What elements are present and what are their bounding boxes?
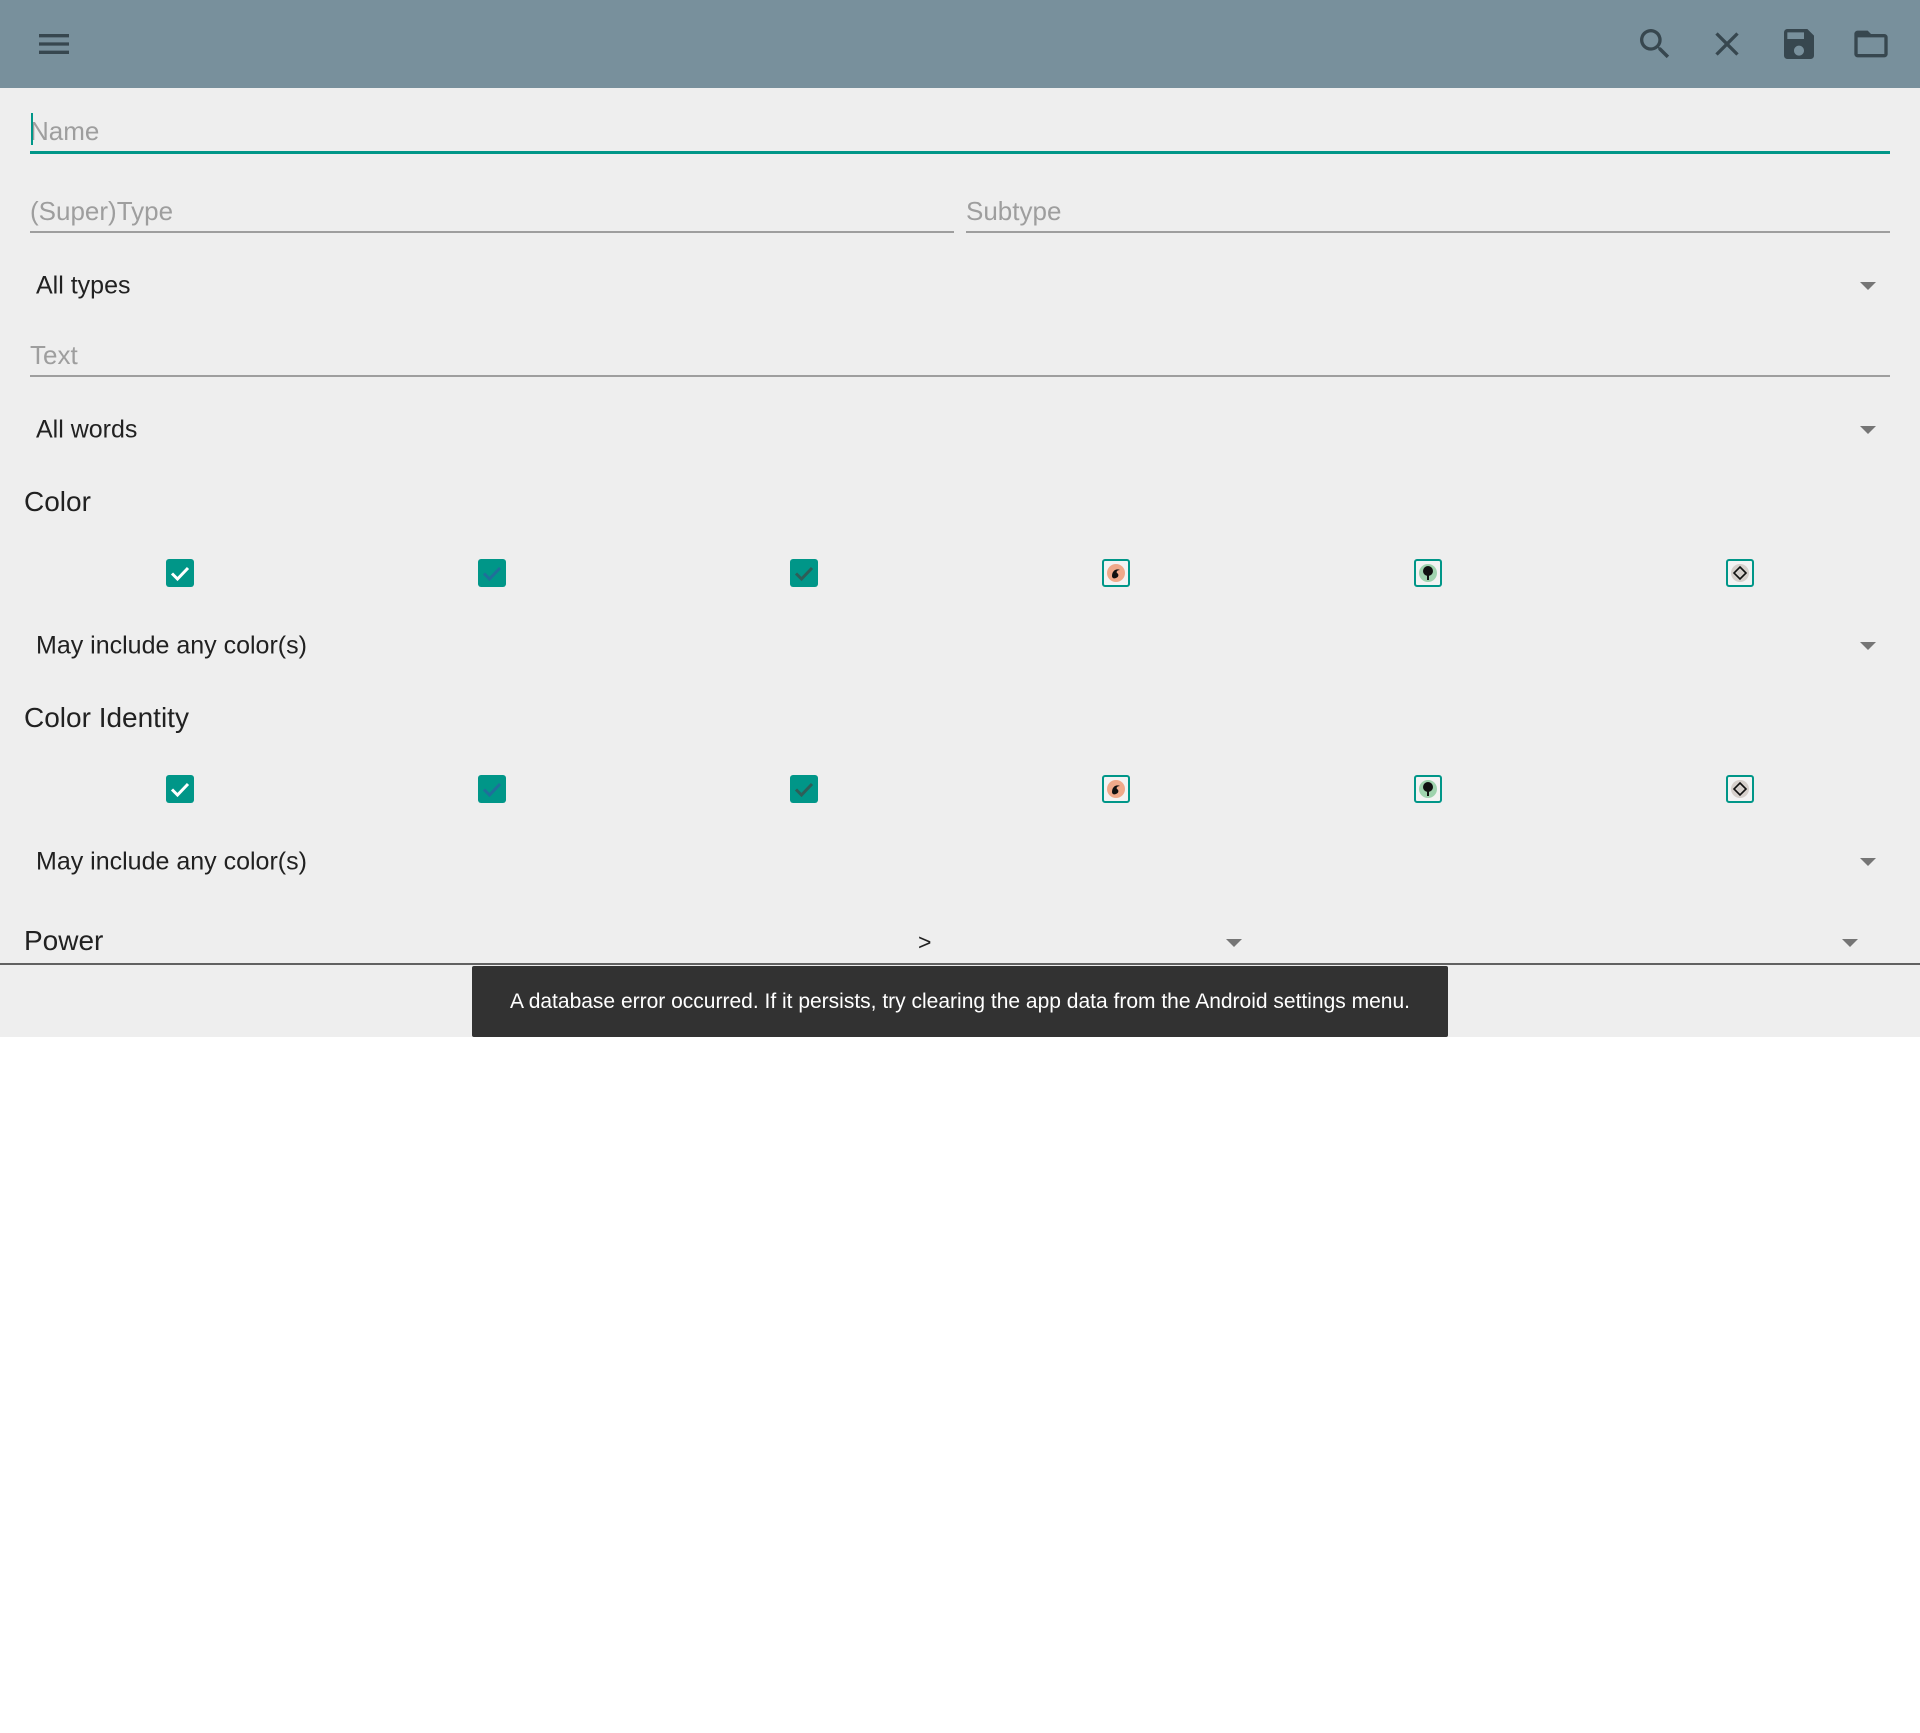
power-row: Power > <box>0 918 1920 968</box>
snackbar-message: A database error occurred. If it persist… <box>510 989 1410 1013</box>
color-white-checkbox[interactable] <box>166 559 194 587</box>
power-comparison-dropdown[interactable]: > <box>900 918 1260 968</box>
type-filter-dropdown[interactable]: All types <box>24 251 1896 321</box>
identity-logic-dropdown[interactable]: May include any color(s) <box>24 827 1896 897</box>
red-mana-icon <box>1107 564 1125 582</box>
name-input[interactable] <box>30 116 1890 147</box>
checkmark-icon <box>794 566 814 582</box>
power-comparison-value: > <box>918 929 932 955</box>
search-screen: All types All words Color May inclu <box>0 0 1920 1037</box>
checkmark-icon <box>170 782 190 798</box>
green-mana-icon <box>1419 564 1437 582</box>
subtype-field[interactable] <box>966 169 1890 233</box>
green-mana-icon <box>1419 780 1437 798</box>
menu-icon <box>39 34 69 54</box>
open-button[interactable] <box>1839 12 1903 76</box>
folder-icon <box>1854 30 1888 58</box>
color-colorless-checkbox[interactable] <box>1726 559 1754 587</box>
text-logic-value: All words <box>36 415 138 444</box>
clear-button[interactable] <box>1695 12 1759 76</box>
color-checkbox-row <box>0 543 1920 603</box>
identity-black-checkbox[interactable] <box>790 775 818 803</box>
checkmark-icon <box>170 566 190 582</box>
identity-green-checkbox[interactable] <box>1414 775 1442 803</box>
color-logic-value: May include any color(s) <box>36 631 307 660</box>
red-mana-icon <box>1107 780 1125 798</box>
supertype-field[interactable] <box>30 169 954 233</box>
color-red-checkbox[interactable] <box>1102 559 1130 587</box>
supertype-input[interactable] <box>30 196 954 227</box>
power-label: Power <box>24 925 104 956</box>
colorless-mana-icon <box>1731 780 1749 798</box>
color-section-label: Color <box>24 486 91 517</box>
color-identity-section-label: Color Identity <box>24 702 189 733</box>
dropdown-arrow-icon <box>1860 282 1876 290</box>
save-button[interactable] <box>1767 12 1831 76</box>
checkmark-icon <box>794 782 814 798</box>
color-identity-checkbox-row <box>0 759 1920 819</box>
checkmark-icon <box>482 782 502 798</box>
text-caret <box>31 113 33 145</box>
identity-blue-checkbox[interactable] <box>478 775 506 803</box>
subtype-input[interactable] <box>966 196 1890 227</box>
identity-white-checkbox[interactable] <box>166 775 194 803</box>
close-icon <box>1715 32 1739 56</box>
text-field[interactable] <box>30 313 1890 377</box>
identity-logic-value: May include any color(s) <box>36 847 307 876</box>
error-snackbar: A database error occurred. If it persist… <box>472 966 1448 1037</box>
identity-colorless-checkbox[interactable] <box>1726 775 1754 803</box>
dropdown-arrow-icon <box>1860 858 1876 866</box>
dropdown-arrow-icon <box>1860 426 1876 434</box>
menu-button[interactable] <box>22 12 86 76</box>
name-field[interactable] <box>30 89 1890 154</box>
dropdown-arrow-icon <box>1860 642 1876 650</box>
power-value-dropdown[interactable] <box>1270 918 1870 968</box>
app-toolbar <box>0 0 1920 88</box>
color-blue-checkbox[interactable] <box>478 559 506 587</box>
search-icon <box>1640 29 1670 59</box>
color-logic-dropdown[interactable]: May include any color(s) <box>24 611 1896 681</box>
color-green-checkbox[interactable] <box>1414 559 1442 587</box>
text-logic-dropdown[interactable]: All words <box>24 395 1896 465</box>
identity-red-checkbox[interactable] <box>1102 775 1130 803</box>
search-button[interactable] <box>1623 12 1687 76</box>
checkmark-icon <box>482 566 502 582</box>
color-black-checkbox[interactable] <box>790 559 818 587</box>
dropdown-arrow-icon <box>1226 939 1242 947</box>
type-filter-value: All types <box>36 271 131 300</box>
text-input[interactable] <box>30 340 1890 371</box>
save-icon <box>1784 29 1814 59</box>
colorless-mana-icon <box>1731 564 1749 582</box>
dropdown-arrow-icon <box>1842 939 1858 947</box>
divider <box>0 963 1920 965</box>
